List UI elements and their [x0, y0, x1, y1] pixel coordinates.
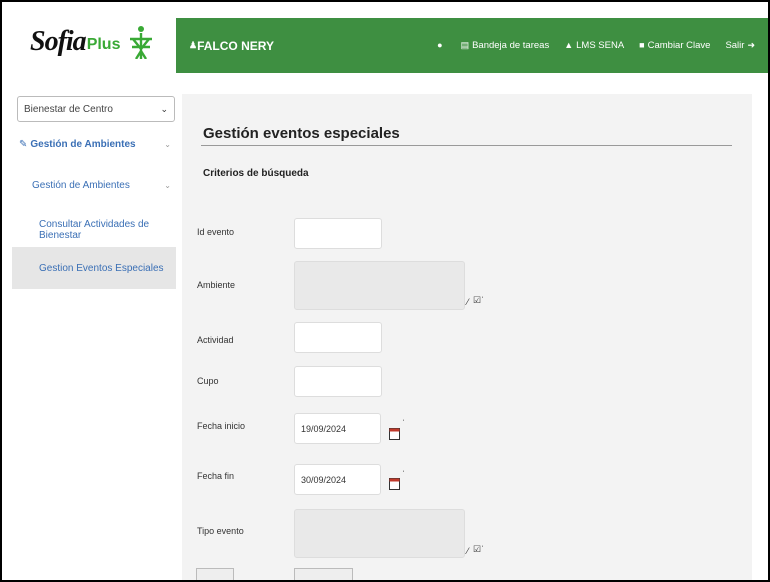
id-evento-label: Id evento — [197, 227, 235, 237]
sofiaplus-logo[interactable]: Sofia Plus — [30, 16, 170, 68]
search-criteria-heading: Criterios de búsqueda — [203, 168, 309, 179]
chevron-down-icon: ⌄ — [164, 181, 171, 190]
actividad-label: Actividad — [197, 335, 234, 345]
sidebar-item-gestion-ambientes[interactable]: ✎ Gestión de Ambientes ⌄ — [19, 139, 171, 150]
user-name: FALCO NERY — [197, 38, 274, 53]
center-select[interactable]: Bienestar de Centro ⌄ — [17, 96, 175, 122]
logo-text: Sofia — [30, 26, 87, 57]
center-select-value: Bienestar de Centro — [24, 103, 113, 115]
task-inbox-label: Bandeja de tareas — [472, 40, 550, 51]
sidebar-item-label: Gestión de Ambientes — [32, 180, 130, 191]
clear-date-icon[interactable]: ˈ — [402, 418, 405, 428]
app-frame: Sofia Plus ♟ FALCO NERY ● ▤ Bandeja de t… — [0, 0, 770, 582]
ambiente-label: Ambiente — [197, 280, 236, 290]
change-password-link[interactable]: ■ Cambiar Clave — [639, 40, 710, 51]
task-inbox-link[interactable]: ▤ Bandeja de tareas — [461, 40, 550, 51]
resize-handle-icon: ⁄ — [467, 297, 469, 307]
calendar-icon[interactable] — [389, 427, 400, 440]
search-tipo-evento-icon[interactable]: ☑ˈ — [473, 544, 484, 555]
inbox-icon: ▤ — [460, 40, 470, 50]
main-panel: Gestión eventos especiales Criterios de … — [182, 94, 752, 580]
sidebar-subitem-gestion-ambientes[interactable]: Gestión de Ambientes ⌄ — [32, 180, 171, 191]
sidebar-item-gestion-eventos-especiales[interactable]: Gestion Eventos Especiales — [12, 247, 176, 289]
clear-date-icon[interactable]: ˈ — [402, 469, 405, 479]
logout-icon: ➜ — [747, 40, 755, 50]
fecha-fin-label: Fecha fin — [197, 471, 235, 481]
calendar-icon[interactable] — [389, 477, 400, 490]
ambiente-textarea[interactable] — [294, 261, 465, 310]
tipo-evento-textarea[interactable] — [294, 509, 465, 558]
search-ambiente-icon[interactable]: ☑ˈ — [473, 295, 484, 306]
location-icon: ● — [437, 40, 443, 50]
tipo-evento-label: Tipo evento — [197, 526, 244, 536]
fecha-fin-input[interactable]: 30/09/2024 — [294, 464, 381, 495]
title-divider — [201, 145, 732, 146]
page-title: Gestión eventos especiales — [203, 125, 400, 142]
edit-icon: ✎ — [19, 139, 28, 150]
logout-link[interactable]: Salir ➜ — [725, 40, 755, 51]
location-link[interactable]: ● — [437, 41, 445, 50]
chevron-down-icon: ⌄ — [164, 140, 171, 149]
cupo-input[interactable] — [294, 366, 382, 397]
sidebar-item-label: Gestión de Ambientes — [30, 139, 136, 150]
fecha-inicio-input[interactable]: 19/09/2024 — [294, 413, 381, 444]
top-navbar: ♟ FALCO NERY ● ▤ Bandeja de tareas ▲ LMS… — [176, 18, 768, 73]
partial-field-input[interactable] — [294, 568, 353, 580]
lms-sena-label: LMS SENA — [576, 40, 625, 51]
sena-logo-icon — [130, 26, 153, 59]
resize-handle-icon: ⁄ — [467, 546, 469, 556]
sidebar-item-consultar-actividades[interactable]: Consultar Actividades de Bienestar — [39, 219, 176, 241]
lms-sena-link[interactable]: ▲ LMS SENA — [564, 40, 624, 51]
cupo-label: Cupo — [197, 376, 219, 386]
sidebar-item-label: Gestion Eventos Especiales — [39, 263, 164, 274]
fecha-inicio-label: Fecha inicio — [197, 421, 246, 431]
sidebar: Bienestar de Centro ⌄ ✎ Gestión de Ambie… — [12, 92, 176, 580]
sidebar-item-label: Consultar Actividades de Bienestar — [39, 219, 150, 241]
id-evento-input[interactable] — [294, 218, 382, 249]
logo-plus-text: Plus — [86, 36, 121, 53]
graduation-icon: ▲ — [564, 40, 574, 50]
partial-field-label — [196, 568, 234, 580]
change-password-label: Cambiar Clave — [647, 40, 711, 51]
user-menu[interactable]: ♟ FALCO NERY — [189, 39, 274, 53]
actividad-input[interactable] — [294, 322, 382, 353]
lock-icon: ■ — [639, 40, 645, 50]
chevron-down-icon: ⌄ — [160, 103, 168, 114]
user-icon: ♟ — [189, 40, 198, 50]
logout-label: Salir — [725, 40, 745, 51]
